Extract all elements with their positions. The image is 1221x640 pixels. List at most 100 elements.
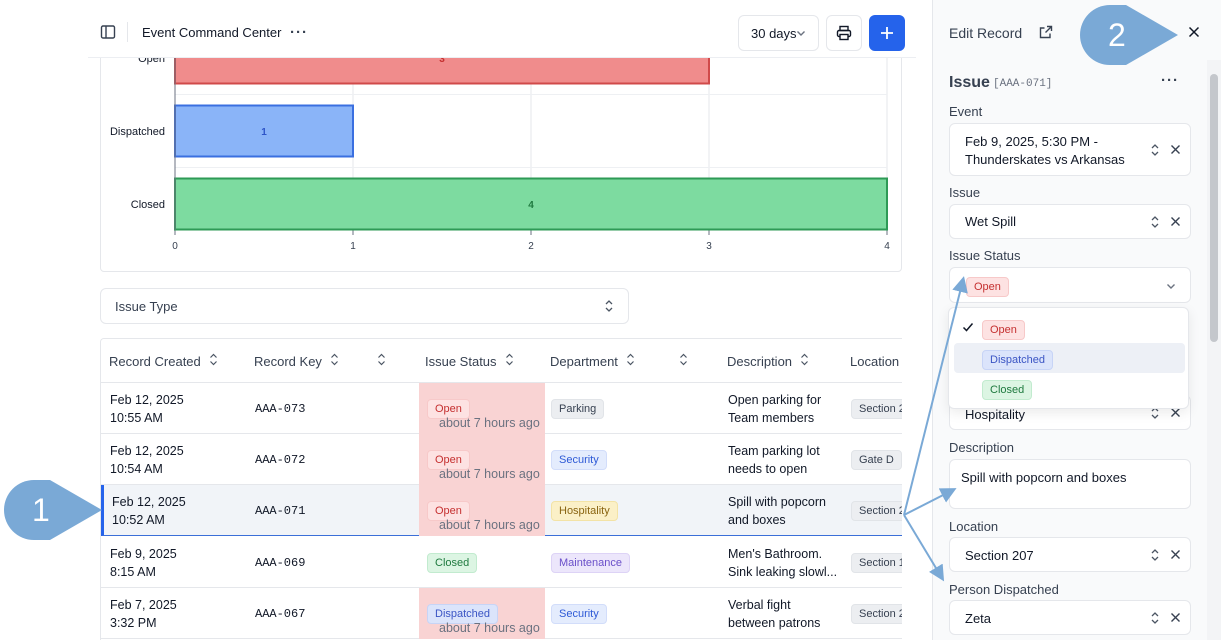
table-row[interactable]: Feb 12, 2025 10:55 AM AAA-073 Open about 7… [101,383,902,434]
column-header-location[interactable]: Location [850,339,899,383]
description-line: Verbal fight [728,597,791,612]
issue-status-select[interactable]: Open [949,267,1191,303]
record-created-cell: Feb 12, 2025 10:55 AM [110,383,184,434]
issue-status-value: Open [966,277,1009,297]
status-option-badge: Dispatched [982,350,1054,370]
issue-status-cell[interactable]: Dispatched about 7 hours ago [419,588,545,639]
external-link-icon[interactable] [1039,25,1055,41]
issue-label: Issue [949,185,981,200]
status-option-dispatched[interactable]: Dispatched [954,343,1185,373]
records-table: Record Created Record Key Issue Status D… [100,338,902,640]
location-label: Location [949,519,999,534]
column-header-issue-status[interactable]: Issue Status [425,339,514,383]
sort-icon [679,353,688,369]
record-created-cell: Feb 12, 2025 10:52 AM [112,485,186,536]
column-header-description[interactable]: Description [727,339,809,383]
clear-icon[interactable] [1170,549,1181,560]
location-cell: Gate D [851,434,902,485]
updown-chevron-icon[interactable] [1150,548,1160,562]
record-key-cell: AAA-067 [255,606,306,621]
location-field[interactable]: Section 207 [949,537,1191,572]
department-cell: Security [551,588,607,639]
more-options-icon[interactable]: ··· [288,22,310,42]
print-button[interactable] [826,15,862,51]
created-time: 3:32 PM [110,615,157,630]
department-cell: Parking [551,383,605,434]
updown-chevron-icon[interactable] [1150,215,1160,229]
status-option-open[interactable]: Open [954,313,1185,343]
issue-status-cell[interactable]: Open about 7 hours ago [419,485,545,536]
issue-type-filter[interactable]: Issue Type [100,288,629,324]
updown-chevron-icon[interactable] [1150,143,1160,157]
toolbar-divider [127,22,128,42]
description-value: Spill with popcorn and boxes [961,470,1127,485]
column-label: Record Key [254,353,322,369]
table-row-selected[interactable]: Feb 12, 2025 10:52 AM AAA-071 Open about 7… [101,485,902,536]
issue-status-cell[interactable]: Open about 7 hours ago [419,383,545,434]
description-line: Open parking for [728,392,822,407]
date-range-value: 30 days [751,25,797,41]
issue-status-cell[interactable]: Closed [419,537,545,588]
location-cell: Section 2 [851,383,902,434]
x-tick-label: 0 [172,241,178,252]
issue-field[interactable]: Wet Spill [949,204,1191,239]
event-value-line: Thunderskates vs Arkansas [965,152,1125,167]
callout-1: 1 [0,478,106,547]
bar-value-label: 1 [261,127,267,138]
app-window: 0 1 2 3 4 3 Open 1 Dispatched 4 Closed Event Comma… [0,0,1221,640]
issue-status-label: Issue Status [949,248,1021,263]
department-badge: Security [551,603,607,624]
sort-icon [377,353,386,369]
date-range-select[interactable]: 30 days [738,15,819,51]
description-textarea[interactable]: Spill with popcorn and boxes [949,459,1191,509]
clear-icon[interactable] [1170,216,1181,227]
updown-chevron-icon [605,300,613,312]
description-cell: Verbal fight between patrons [728,588,820,639]
location-badge: Section 1 [851,552,902,573]
person-dispatched-field[interactable]: Zeta [949,600,1191,635]
table-row[interactable]: Feb 7, 2025 3:32 PM AAA-067 Dispatched abo… [101,588,902,639]
updown-chevron-icon[interactable] [1150,611,1160,625]
department-badge: Parking [551,398,605,419]
column-sort-extra[interactable] [679,339,688,383]
table-row[interactable]: Feb 9, 2025 8:15 AM AAA-069 Closed Mainte… [101,537,902,588]
record-created-cell: Feb 7, 2025 3:32 PM [110,588,177,639]
panel-scrollbar[interactable] [1207,60,1221,640]
description-line: Team members [728,410,815,425]
department-cell: Hospitality [551,485,618,536]
main-content: 0 1 2 3 4 3 Open 1 Dispatched 4 Closed Event Comma… [0,0,932,640]
clear-icon[interactable] [1170,144,1181,155]
created-date: Feb 12, 2025 [112,494,186,509]
status-time-ago: about 7 hours ago [439,518,540,532]
issue-type-placeholder: Issue Type [115,298,178,314]
issue-status-cell[interactable]: Open about 7 hours ago [419,434,545,485]
column-label: Record Created [109,353,201,369]
scroll-thumb[interactable] [1210,74,1218,342]
created-time: 10:54 AM [110,461,163,476]
column-sort-extra[interactable] [377,339,386,383]
add-record-button[interactable] [869,15,905,51]
printer-icon [836,25,852,41]
description-line: needs to open [728,461,808,476]
table-row[interactable]: Feb 12, 2025 10:54 AM AAA-072 Open about 7… [101,434,902,485]
close-icon[interactable] [1188,25,1204,41]
record-key-cell: AAA-073 [255,401,306,416]
event-field[interactable]: Feb 9, 2025, 5:30 PM - Thunderskates vs … [949,123,1191,176]
record-more-icon[interactable]: ··· [1161,72,1179,89]
department-badge: Maintenance [551,552,630,573]
column-label: Location [850,353,900,369]
x-tick-label: 3 [706,241,712,252]
column-header-department[interactable]: Department [550,339,635,383]
column-header-record-created[interactable]: Record Created [109,339,218,383]
record-key-cell: AAA-072 [255,452,306,467]
callout-number: 1 [32,492,50,528]
sidebar-toggle-icon[interactable] [98,22,118,42]
panel-title: Edit Record [949,25,1023,41]
column-header-record-key[interactable]: Record Key [254,339,339,383]
status-option-closed[interactable]: Closed [954,373,1185,403]
y-category-label: Closed [131,199,165,211]
clear-icon[interactable] [1170,612,1181,623]
location-cell: Section 2 [851,485,902,536]
issue-value: Wet Spill [965,214,1017,229]
created-date: Feb 12, 2025 [110,392,184,407]
